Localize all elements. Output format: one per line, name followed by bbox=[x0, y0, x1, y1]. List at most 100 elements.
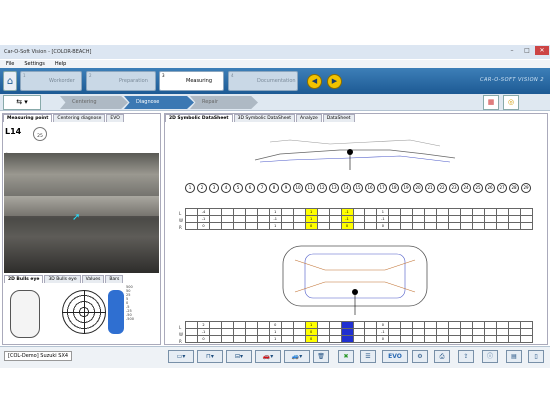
tool-car-icon[interactable]: ▭▾ bbox=[168, 350, 194, 363]
grid-view-icon[interactable]: ▦ bbox=[483, 95, 499, 110]
value-cell bbox=[389, 209, 402, 216]
value-cell bbox=[257, 329, 270, 336]
point-number[interactable]: 9 bbox=[281, 183, 291, 193]
point-number[interactable]: 6 bbox=[245, 183, 255, 193]
settings-icon[interactable]: ⚙ bbox=[412, 350, 428, 363]
tab-2d-symbolic[interactable]: 2D Symbolic DataSheet bbox=[165, 114, 233, 122]
point-number[interactable]: 17 bbox=[377, 183, 387, 193]
tool-vehicle-icon[interactable]: 🚗▾ bbox=[255, 350, 281, 363]
point-number[interactable]: 25 bbox=[473, 183, 483, 193]
point-number[interactable]: 22 bbox=[437, 183, 447, 193]
point-number[interactable]: 23 bbox=[449, 183, 459, 193]
point-number[interactable]: 8 bbox=[269, 183, 279, 193]
value-cell bbox=[389, 223, 402, 230]
point-number[interactable]: 1 bbox=[185, 183, 195, 193]
value-cell bbox=[449, 209, 462, 216]
point-number[interactable]: 10 bbox=[293, 183, 303, 193]
point-number[interactable]: 3 bbox=[209, 183, 219, 193]
doc-icon[interactable]: ▯ bbox=[528, 350, 544, 363]
point-number[interactable]: 24 bbox=[461, 183, 471, 193]
menu-settings[interactable]: Settings bbox=[24, 61, 45, 67]
menu-file[interactable]: File bbox=[6, 61, 14, 67]
cross-check-icon[interactable]: ✖ bbox=[338, 350, 354, 363]
value-cell bbox=[365, 336, 378, 343]
tab-evo[interactable]: EVO bbox=[106, 114, 124, 122]
substep-diagnose[interactable]: Diagnose bbox=[124, 96, 194, 109]
trash-icon[interactable]: 🗑 bbox=[313, 350, 329, 363]
value-cell bbox=[365, 216, 378, 223]
value-cell: 0 bbox=[197, 336, 210, 343]
tab-2d-bulls-eye[interactable]: 2D Bulls eye bbox=[4, 275, 44, 283]
tab-centering-diagnose[interactable]: Centering diagnose bbox=[53, 114, 106, 122]
value-cell bbox=[353, 329, 366, 336]
substep-centering[interactable]: Centering bbox=[60, 96, 128, 109]
point-number[interactable]: 29 bbox=[521, 183, 531, 193]
tool-vehicle2-icon[interactable]: 🚙▾ bbox=[284, 350, 310, 363]
point-number[interactable]: 16 bbox=[365, 183, 375, 193]
point-number[interactable]: 19 bbox=[401, 183, 411, 193]
tool-jig-icon[interactable]: ⊟▾ bbox=[226, 350, 252, 363]
tool-lift-icon[interactable]: ⊓▾ bbox=[197, 350, 223, 363]
target-icon[interactable]: ◎ bbox=[503, 95, 519, 110]
step-preparation[interactable]: 2 Preparation bbox=[86, 71, 156, 91]
point-number[interactable]: 20 bbox=[413, 183, 423, 193]
step-measuring[interactable]: 3 Measuring bbox=[159, 71, 224, 91]
upper-value-table: -4 1 1 -1 1 -1 -1 1 -1 -1 0 1 0 0 0 bbox=[185, 208, 533, 230]
point-number[interactable]: 5 bbox=[233, 183, 243, 193]
point-number[interactable]: 12 bbox=[317, 183, 327, 193]
export-icon[interactable]: ⇪ bbox=[458, 350, 474, 363]
value-cell bbox=[425, 336, 438, 343]
value-cell bbox=[186, 216, 198, 223]
forward-arrow-icon[interactable]: ▶ bbox=[327, 74, 342, 89]
value-cell bbox=[281, 329, 294, 336]
point-number[interactable]: 18 bbox=[389, 183, 399, 193]
value-cell bbox=[209, 329, 222, 336]
value-cell: 1 bbox=[305, 322, 318, 329]
value-cell bbox=[317, 223, 330, 230]
point-number[interactable]: 4 bbox=[221, 183, 231, 193]
value-cell bbox=[509, 329, 522, 336]
lower-value-table: 2 0 1 0 -1 1 0 -1 0 1 0 0 bbox=[185, 321, 533, 343]
tab-datasheet[interactable]: DataSheet bbox=[322, 114, 355, 122]
menu-help[interactable]: Help bbox=[55, 61, 66, 67]
info-icon[interactable]: ⓘ bbox=[482, 350, 498, 363]
ruler-icon[interactable]: ▤ bbox=[506, 350, 522, 363]
cyan-arrow-icon: ➚ bbox=[72, 212, 81, 223]
tab-3d-bulls-eye[interactable]: 3D Bulls eye bbox=[44, 275, 81, 283]
value-cell bbox=[497, 336, 510, 343]
height-bar bbox=[108, 290, 124, 334]
point-number[interactable]: 7 bbox=[257, 183, 267, 193]
row-label-l2: L bbox=[179, 325, 182, 330]
value-cell: -4 bbox=[197, 209, 210, 216]
step-documentation[interactable]: 4 Documentation bbox=[228, 71, 298, 91]
back-arrow-icon[interactable]: ◀ bbox=[307, 74, 322, 89]
tab-measuring-point[interactable]: Measuring point bbox=[3, 114, 53, 122]
point-number[interactable]: 28 bbox=[509, 183, 519, 193]
point-number[interactable]: 21 bbox=[425, 183, 435, 193]
value-cell bbox=[413, 209, 426, 216]
point-number[interactable]: 13 bbox=[329, 183, 339, 193]
evo-button[interactable]: EVO bbox=[382, 350, 408, 363]
value-cell: -1 bbox=[377, 216, 390, 223]
point-number[interactable]: 27 bbox=[497, 183, 507, 193]
maximize-button[interactable]: □ bbox=[520, 46, 534, 55]
alignment-tool-icon[interactable]: ⇆ ▾ bbox=[3, 95, 41, 110]
point-number[interactable]: 15 bbox=[353, 183, 363, 193]
point-number[interactable]: 26 bbox=[485, 183, 495, 193]
value-cell: -1 bbox=[377, 329, 390, 336]
tab-3d-symbolic[interactable]: 3D Symbolic DataSheet bbox=[233, 114, 296, 122]
point-number[interactable]: 14 bbox=[341, 183, 351, 193]
minimize-button[interactable]: – bbox=[505, 46, 519, 55]
tab-bars[interactable]: Bars bbox=[105, 275, 124, 283]
point-number[interactable]: 2 bbox=[197, 183, 207, 193]
point-number[interactable]: 11 bbox=[305, 183, 315, 193]
tab-analyze[interactable]: Analyze bbox=[296, 114, 322, 122]
home-icon[interactable]: ⌂ bbox=[3, 71, 17, 91]
print-icon[interactable]: ⎙ bbox=[434, 350, 450, 363]
value-cell bbox=[281, 336, 294, 343]
step-workorder[interactable]: 1 Workorder bbox=[20, 71, 82, 91]
list-icon[interactable]: ☰ bbox=[360, 350, 376, 363]
close-button[interactable]: ✕ bbox=[535, 46, 549, 55]
substep-repair[interactable]: Repair bbox=[190, 96, 258, 109]
tab-values[interactable]: Values bbox=[81, 275, 105, 283]
